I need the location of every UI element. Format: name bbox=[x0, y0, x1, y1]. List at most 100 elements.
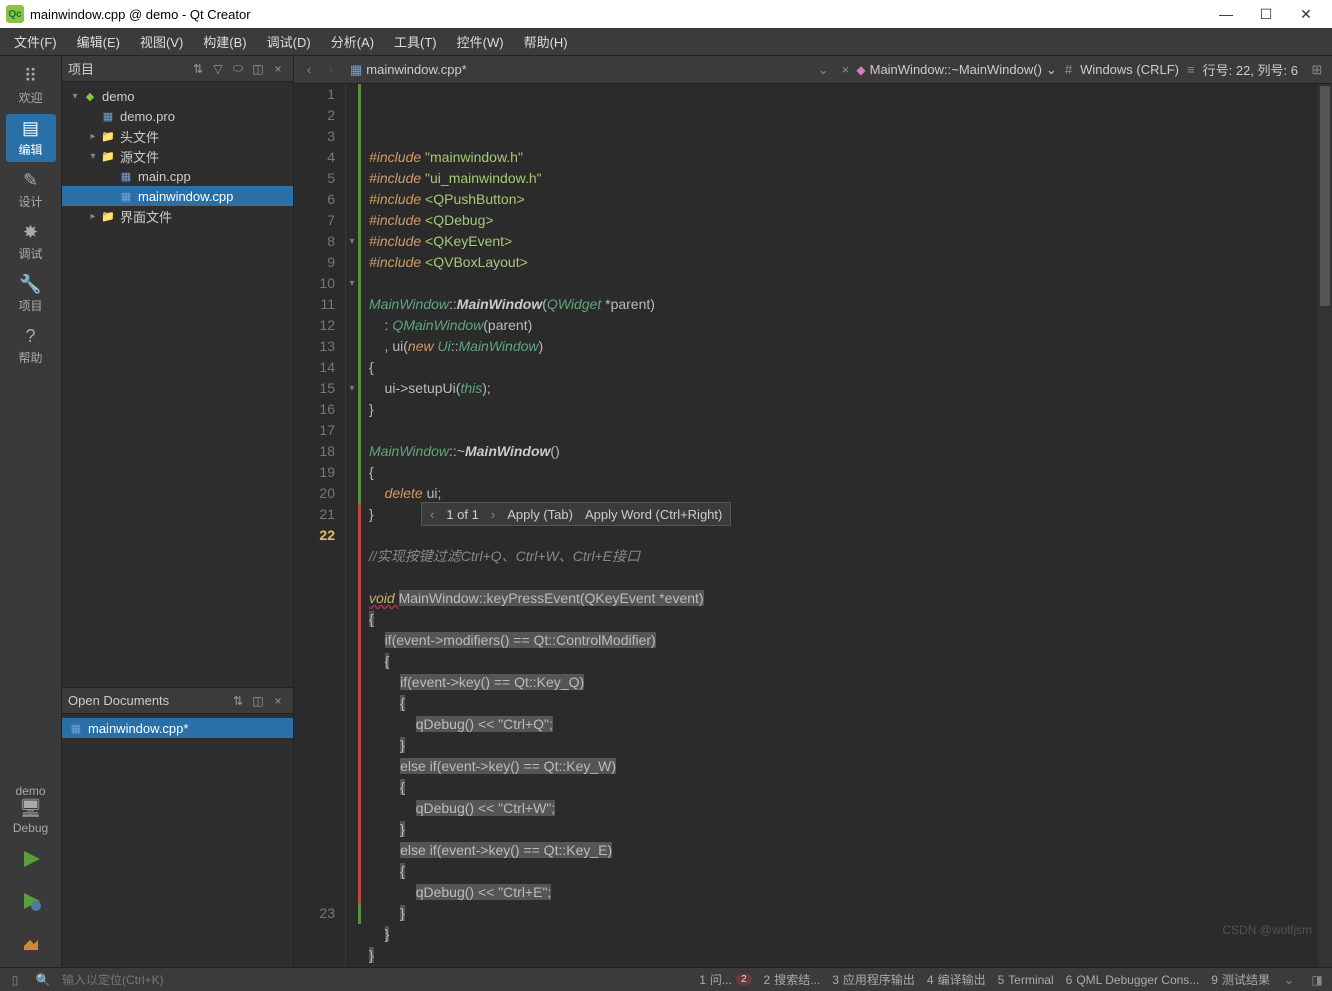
encoding-label[interactable]: Windows (CRLF) bbox=[1080, 62, 1179, 77]
code-line[interactable]: qDebug() << "Ctrl+Q"; bbox=[369, 714, 1332, 735]
code-line[interactable]: else if(event->key() == Qt::Key_E) bbox=[369, 840, 1332, 861]
list-icon[interactable]: ≡ bbox=[1187, 62, 1195, 77]
nav-back-button[interactable]: ‹ bbox=[298, 59, 320, 81]
tree-item[interactable]: ▾📁源文件 bbox=[62, 146, 293, 166]
output-tab[interactable]: 5Terminal bbox=[998, 973, 1054, 987]
output-pane-icon[interactable]: ▯ bbox=[6, 973, 24, 987]
code-line[interactable]: if(event->key() == Qt::Key_Q) bbox=[369, 672, 1332, 693]
menu-item[interactable]: 分析(A) bbox=[321, 28, 384, 55]
code-line[interactable]: #include <QVBoxLayout> bbox=[369, 252, 1332, 273]
filter-icon[interactable]: ▽ bbox=[209, 60, 227, 78]
output-tab[interactable]: 6QML Debugger Cons... bbox=[1066, 973, 1200, 987]
output-tab[interactable]: 4编译输出 bbox=[927, 971, 986, 988]
code-line[interactable]: #include <QKeyEvent> bbox=[369, 231, 1332, 252]
minimize-button[interactable]: — bbox=[1206, 0, 1246, 28]
mode-button[interactable]: ▤编辑 bbox=[6, 114, 56, 162]
code-line[interactable]: else if(event->key() == Qt::Key_W) bbox=[369, 756, 1332, 777]
nav-forward-button[interactable]: › bbox=[320, 59, 342, 81]
vertical-scrollbar[interactable] bbox=[1318, 84, 1332, 967]
close-button[interactable]: ✕ bbox=[1286, 0, 1326, 28]
panel-close-icon[interactable]: × bbox=[269, 60, 287, 78]
link-icon[interactable]: ⬭ bbox=[229, 60, 247, 78]
output-tab[interactable]: 1问...2 bbox=[699, 971, 751, 988]
maximize-button[interactable]: ☐ bbox=[1246, 0, 1286, 28]
split-icon[interactable]: ◫ bbox=[249, 60, 267, 78]
code-line[interactable]: delete ui; bbox=[369, 483, 1332, 504]
close-file-button[interactable]: × bbox=[834, 59, 856, 81]
menu-item[interactable]: 帮助(H) bbox=[514, 28, 578, 55]
tree-item[interactable]: ▦mainwindow.cpp bbox=[62, 186, 293, 206]
file-dropdown-icon[interactable]: ⌄ bbox=[812, 59, 834, 81]
mode-button[interactable]: ✸调试 bbox=[6, 218, 56, 266]
code-line[interactable] bbox=[369, 567, 1332, 588]
suggest-next-icon[interactable]: › bbox=[491, 504, 495, 525]
code-line[interactable]: } bbox=[369, 399, 1332, 420]
code-line[interactable]: #include <QPushButton> bbox=[369, 189, 1332, 210]
locator-input[interactable] bbox=[62, 973, 212, 987]
mode-button[interactable]: ⠿欢迎 bbox=[6, 62, 56, 110]
split-icon[interactable]: ◫ bbox=[249, 692, 267, 710]
apply-tab-button[interactable]: Apply (Tab) bbox=[507, 504, 573, 525]
code-line[interactable]: } bbox=[369, 924, 1332, 945]
code-line[interactable]: { bbox=[369, 651, 1332, 672]
scrollbar-thumb[interactable] bbox=[1320, 86, 1330, 306]
menu-item[interactable]: 工具(T) bbox=[384, 28, 447, 55]
code-line[interactable]: { bbox=[369, 861, 1332, 882]
build-button[interactable] bbox=[11, 925, 51, 961]
chevron-down-icon[interactable]: ⌄ bbox=[1280, 973, 1298, 987]
code-editor[interactable]: 1234567891011121314151617181920212223 ▾▾… bbox=[294, 84, 1332, 967]
code-line[interactable]: void MainWindow::keyPressEvent(QKeyEvent… bbox=[369, 588, 1332, 609]
kit-selector[interactable]: demo 🖥 Debug bbox=[6, 781, 56, 837]
mode-button[interactable]: ?帮助 bbox=[6, 322, 56, 370]
tree-item[interactable]: ▾◆demo bbox=[62, 86, 293, 106]
file-selector[interactable]: ▦ mainwindow.cpp* bbox=[350, 62, 467, 78]
project-tree[interactable]: ▾◆demo▦demo.pro▸📁头文件▾📁源文件▦main.cpp▦mainw… bbox=[62, 82, 293, 687]
symbol-selector[interactable]: ◆ MainWindow::~MainWindow() ⌄ bbox=[856, 62, 1056, 78]
menu-item[interactable]: 视图(V) bbox=[130, 28, 193, 55]
mode-button[interactable]: ✎设计 bbox=[6, 166, 56, 214]
menu-item[interactable]: 控件(W) bbox=[447, 28, 514, 55]
chevron-icon[interactable]: ▸ bbox=[86, 131, 100, 142]
tree-item[interactable]: ▦main.cpp bbox=[62, 166, 293, 186]
code-line[interactable]: if(event->modifiers() == Qt::ControlModi… bbox=[369, 630, 1332, 651]
chevron-icon[interactable]: ▸ bbox=[86, 211, 100, 222]
tree-item[interactable]: ▸📁头文件 bbox=[62, 126, 293, 146]
code-line[interactable] bbox=[369, 966, 1332, 967]
output-tab[interactable]: 3应用程序输出 bbox=[832, 971, 915, 988]
code-line[interactable]: #include <QDebug> bbox=[369, 210, 1332, 231]
chevron-icon[interactable]: ▾ bbox=[68, 91, 82, 102]
menu-item[interactable]: 构建(B) bbox=[193, 28, 256, 55]
code-line[interactable] bbox=[369, 525, 1332, 546]
code-line[interactable]: } bbox=[369, 945, 1332, 966]
split-editor-icon[interactable]: ⊞ bbox=[1306, 59, 1328, 81]
mode-button[interactable]: 🔧项目 bbox=[6, 270, 56, 318]
code-line[interactable]: //实现按键过滤Ctrl+Q、Ctrl+W、Ctrl+E接口 bbox=[369, 546, 1332, 567]
fold-column[interactable]: ▾▾▾ bbox=[346, 84, 358, 967]
run-debug-button[interactable] bbox=[11, 883, 51, 919]
code-line[interactable]: MainWindow::MainWindow(QWidget *parent) bbox=[369, 294, 1332, 315]
apply-word-button[interactable]: Apply Word (Ctrl+Right) bbox=[585, 504, 722, 525]
code-line[interactable]: } bbox=[369, 903, 1332, 924]
code-lines[interactable]: ‹ 1 of 1 › Apply (Tab) Apply Word (Ctrl+… bbox=[361, 84, 1332, 967]
code-line[interactable]: { bbox=[369, 357, 1332, 378]
tree-item[interactable]: ▸📁界面文件 bbox=[62, 206, 293, 226]
code-line[interactable]: , ui(new Ui::MainWindow) bbox=[369, 336, 1332, 357]
sort-icon[interactable]: ⇅ bbox=[189, 60, 207, 78]
code-line[interactable]: qDebug() << "Ctrl+E"; bbox=[369, 882, 1332, 903]
suggest-prev-icon[interactable]: ‹ bbox=[430, 504, 434, 525]
menu-item[interactable]: 编辑(E) bbox=[67, 28, 130, 55]
code-line[interactable]: { bbox=[369, 462, 1332, 483]
panel-toggle-icon[interactable]: ◨ bbox=[1308, 973, 1326, 987]
code-line[interactable]: } bbox=[369, 819, 1332, 840]
sort-icon[interactable]: ⇅ bbox=[229, 692, 247, 710]
code-line[interactable] bbox=[369, 420, 1332, 441]
open-doc-item[interactable]: ▦mainwindow.cpp* bbox=[62, 718, 293, 738]
open-docs-list[interactable]: ▦mainwindow.cpp* bbox=[62, 714, 293, 967]
code-line[interactable] bbox=[369, 273, 1332, 294]
code-line[interactable]: { bbox=[369, 693, 1332, 714]
code-line[interactable]: { bbox=[369, 777, 1332, 798]
code-line[interactable]: } bbox=[369, 735, 1332, 756]
code-line[interactable]: { bbox=[369, 609, 1332, 630]
output-tab[interactable]: 9测试结果 bbox=[1211, 971, 1270, 988]
panel-close-icon[interactable]: × bbox=[269, 692, 287, 710]
